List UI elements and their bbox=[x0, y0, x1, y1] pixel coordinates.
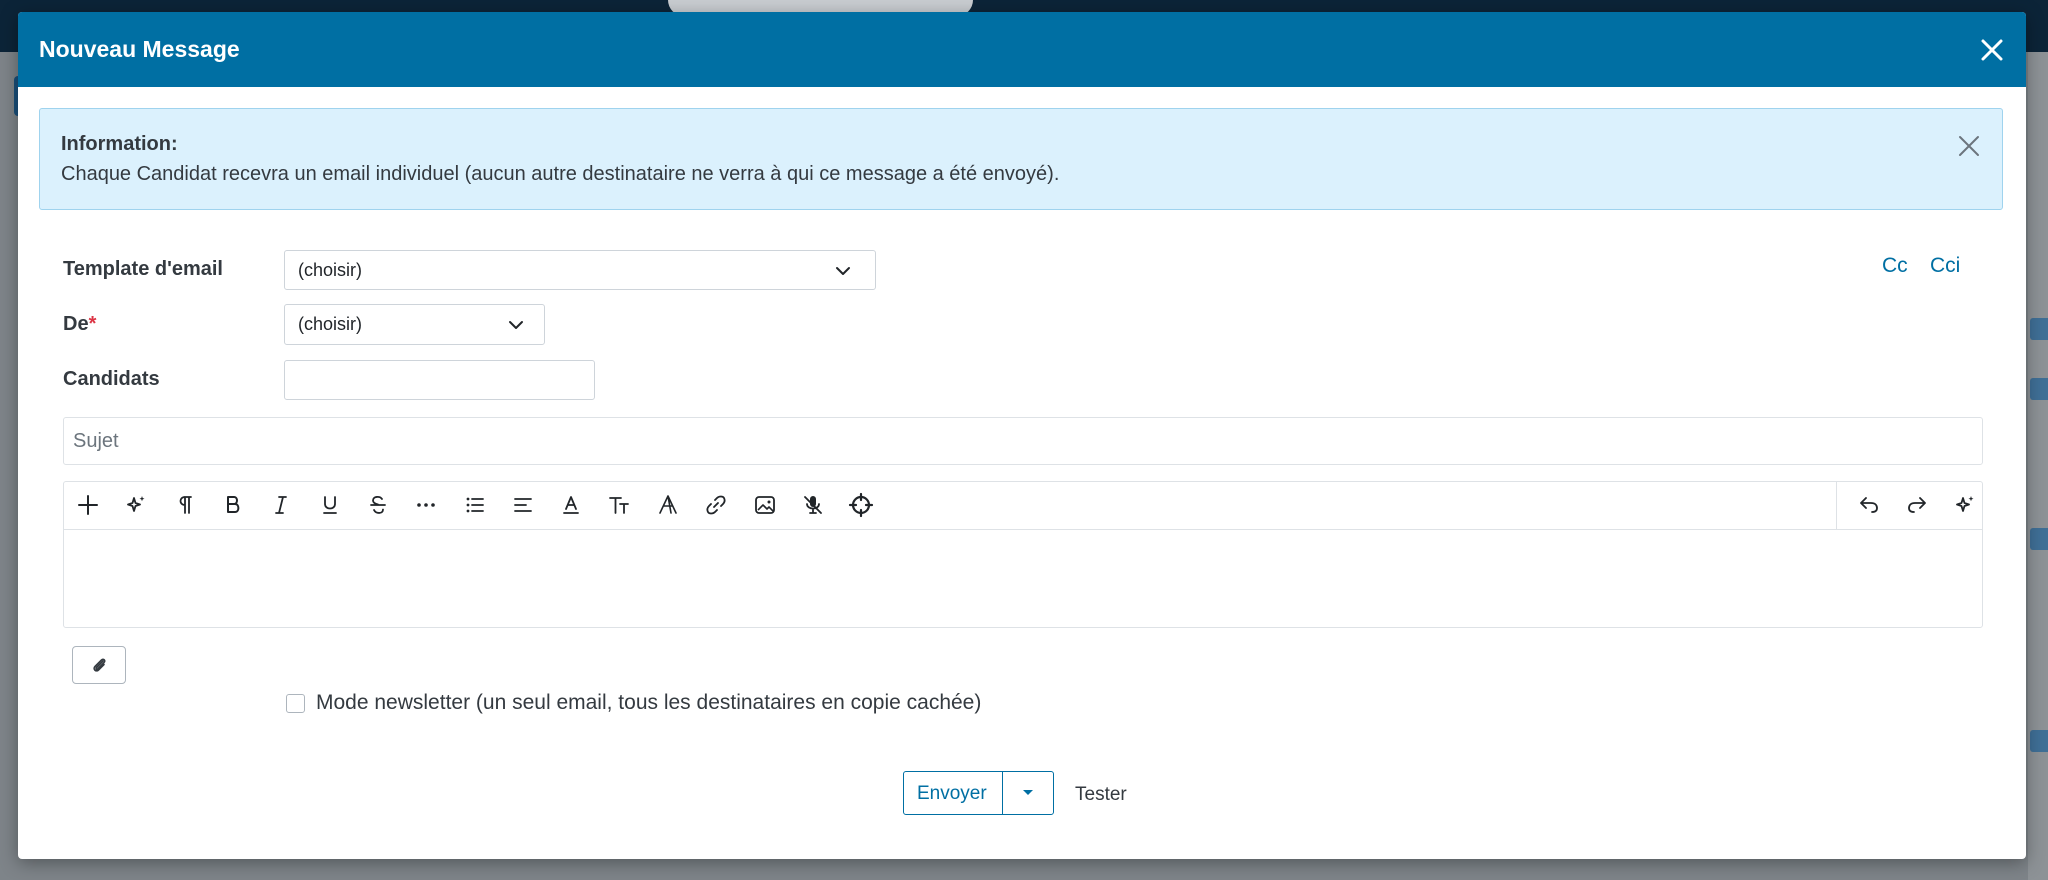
background-side-panel bbox=[2028, 52, 2048, 880]
template-select-value: (choisir) bbox=[298, 260, 363, 280]
send-button[interactable]: Envoyer bbox=[904, 772, 1002, 814]
info-alert: Information: Chaque Candidat recevra un … bbox=[39, 108, 2003, 210]
from-select-value: (choisir) bbox=[298, 314, 363, 334]
send-options-dropdown[interactable] bbox=[1003, 772, 1053, 814]
more-icon[interactable] bbox=[413, 492, 439, 518]
font-family-icon[interactable] bbox=[655, 492, 681, 518]
chevron-down-icon bbox=[836, 267, 850, 275]
attach-button[interactable] bbox=[72, 646, 126, 684]
redo-icon[interactable] bbox=[1904, 492, 1930, 518]
plus-icon[interactable] bbox=[75, 492, 101, 518]
underline-icon[interactable] bbox=[317, 492, 343, 518]
bold-icon[interactable] bbox=[220, 492, 246, 518]
alert-title: Information: bbox=[61, 133, 178, 155]
newsletter-label[interactable]: Mode newsletter (un seul email, tous les… bbox=[316, 691, 981, 715]
message-editor[interactable] bbox=[63, 481, 1983, 628]
undo-icon[interactable] bbox=[1856, 492, 1882, 518]
align-left-icon[interactable] bbox=[510, 492, 536, 518]
new-message-modal: Nouveau Message Information: Chaque Cand… bbox=[18, 12, 2026, 859]
editor-toolbar bbox=[64, 482, 1982, 530]
test-button[interactable]: Tester bbox=[1075, 784, 1127, 806]
subject-input[interactable]: Sujet bbox=[63, 417, 1983, 465]
italic-icon[interactable] bbox=[268, 492, 294, 518]
from-select[interactable]: (choisir) bbox=[284, 304, 545, 345]
chevron-down-icon bbox=[509, 321, 523, 329]
bcc-link[interactable]: Cci bbox=[1930, 254, 1960, 278]
alert-text: Chaque Candidat recevra un email individ… bbox=[61, 163, 1060, 185]
required-asterisk: * bbox=[88, 313, 97, 335]
ai-sparkle-icon[interactable] bbox=[1952, 492, 1978, 518]
paragraph-icon[interactable] bbox=[172, 492, 198, 518]
background-tag bbox=[2030, 730, 2048, 752]
toolbar-separator bbox=[1836, 482, 1837, 529]
modal-header: Nouveau Message bbox=[18, 12, 2026, 87]
background-tag bbox=[2030, 318, 2048, 340]
modal-title: Nouveau Message bbox=[39, 36, 240, 62]
from-label: De* bbox=[63, 313, 97, 335]
mic-off-icon[interactable] bbox=[800, 492, 826, 518]
cc-link[interactable]: Cc bbox=[1882, 254, 1908, 278]
sparkle-icon[interactable] bbox=[123, 492, 149, 518]
background-tag bbox=[2030, 528, 2048, 550]
list-icon[interactable] bbox=[462, 492, 488, 518]
template-select[interactable]: (choisir) bbox=[284, 250, 876, 290]
candidates-input[interactable] bbox=[284, 360, 595, 400]
font-color-icon[interactable] bbox=[558, 492, 584, 518]
template-label: Template d'email bbox=[63, 258, 223, 280]
send-button-group: Envoyer bbox=[903, 771, 1054, 815]
close-icon[interactable] bbox=[1976, 34, 2008, 66]
strikethrough-icon[interactable] bbox=[365, 492, 391, 518]
image-icon[interactable] bbox=[752, 492, 778, 518]
candidates-label: Candidats bbox=[63, 368, 160, 390]
subject-placeholder: Sujet bbox=[73, 430, 119, 452]
caret-down-icon bbox=[1023, 790, 1033, 795]
link-icon[interactable] bbox=[703, 492, 729, 518]
crosshair-icon[interactable] bbox=[848, 492, 874, 518]
alert-close-icon[interactable] bbox=[1954, 131, 1984, 161]
background-tag bbox=[2030, 378, 2048, 400]
paperclip-icon bbox=[93, 658, 106, 672]
newsletter-checkbox[interactable] bbox=[286, 694, 305, 713]
text-size-icon[interactable] bbox=[607, 492, 633, 518]
